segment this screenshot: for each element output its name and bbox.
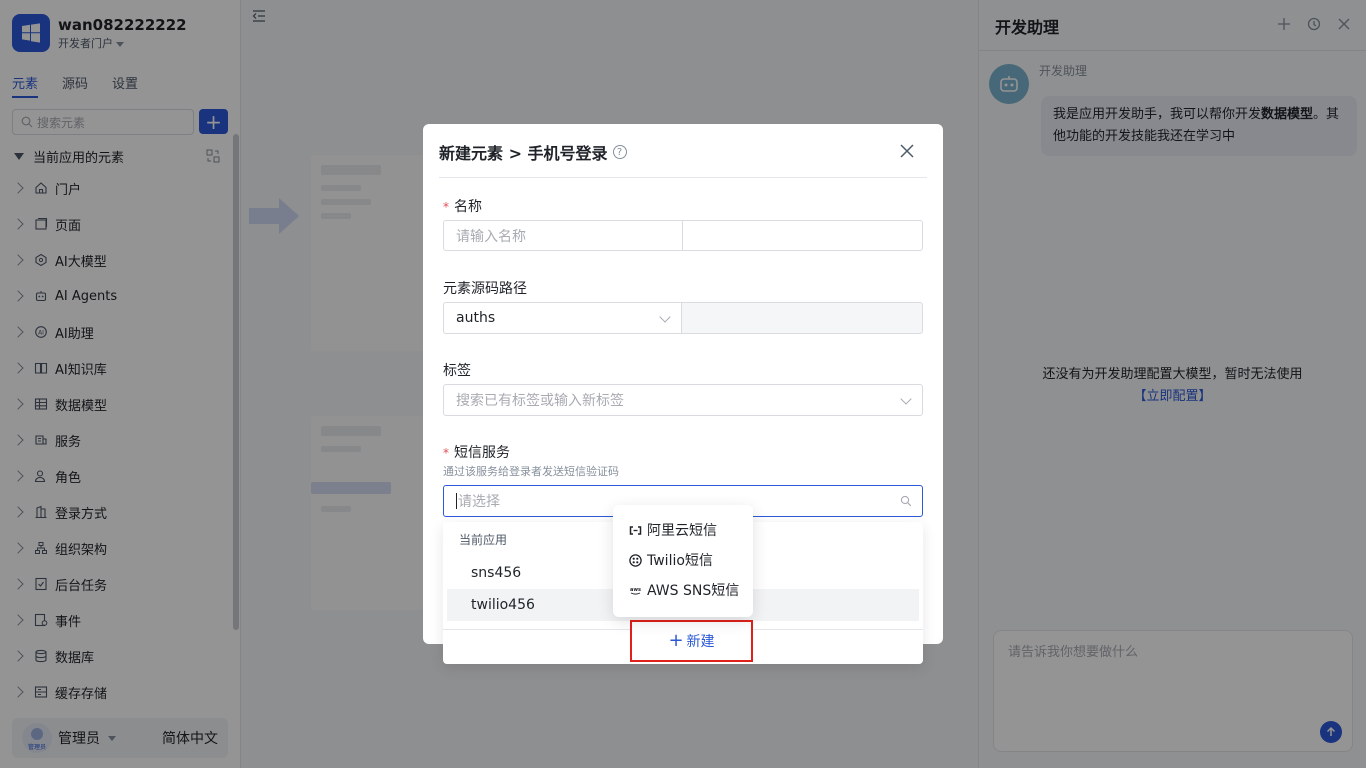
menu-item-aliyun-sms[interactable]: 阿里云短信 [613,515,753,545]
sms-label: * 短信服务 [443,442,510,462]
close-icon[interactable] [899,143,915,159]
name-label: * 名称 [443,196,482,216]
menu-item-aws-sns-sms[interactable]: aws AWS SNS短信 [613,575,753,605]
new-sms-service-button[interactable]: + 新建 [630,620,753,662]
sms-hint: 通过该服务给登录者发送短信验证码 [443,465,619,478]
aliyun-icon [629,524,642,537]
chevron-down-icon [659,311,671,323]
new-sms-type-menu: 阿里云短信 Twilio短信 aws AWS SNS短信 [613,505,753,617]
sms-label-text: 短信服务 [454,445,510,461]
name-placeholder: 请输入名称 [456,228,526,245]
menu-item-twilio-sms[interactable]: Twilio短信 [613,545,753,575]
help-icon[interactable]: ? [612,145,627,159]
source-path-value: auths [456,310,496,326]
source-path-input [681,302,923,334]
source-path-select[interactable]: auths [443,302,682,334]
tags-label: 标签 [443,363,471,379]
search-icon [900,495,912,507]
source-path-label: 元素源码路径 [443,281,527,297]
twilio-icon [629,553,642,567]
required-mark: * [443,446,449,460]
svg-text:aws: aws [630,587,641,593]
sms-placeholder: 请选择 [458,494,500,510]
name-secondary-input[interactable] [682,220,923,251]
menu-item-label: Twilio短信 [647,553,713,569]
name-input[interactable]: 请输入名称 [443,220,683,251]
name-label-text: 名称 [454,199,482,215]
menu-item-label: AWS SNS短信 [647,583,740,599]
plus-icon: + [668,630,684,651]
required-mark: * [443,200,449,214]
aws-icon: aws [629,584,642,597]
dropdown-group-label: 当前应用 [459,533,508,547]
chevron-down-icon [900,393,912,405]
tags-placeholder: 搜索已有标签或输入新标签 [456,393,624,409]
modal-title: 新建元素 > 手机号登录 ? [439,140,627,164]
tags-select[interactable]: 搜索已有标签或输入新标签 [443,384,923,416]
modal-title-text: 新建元素 > 手机号登录 [439,144,608,163]
new-button-label: 新建 [686,634,715,650]
menu-item-label: 阿里云短信 [647,523,717,539]
